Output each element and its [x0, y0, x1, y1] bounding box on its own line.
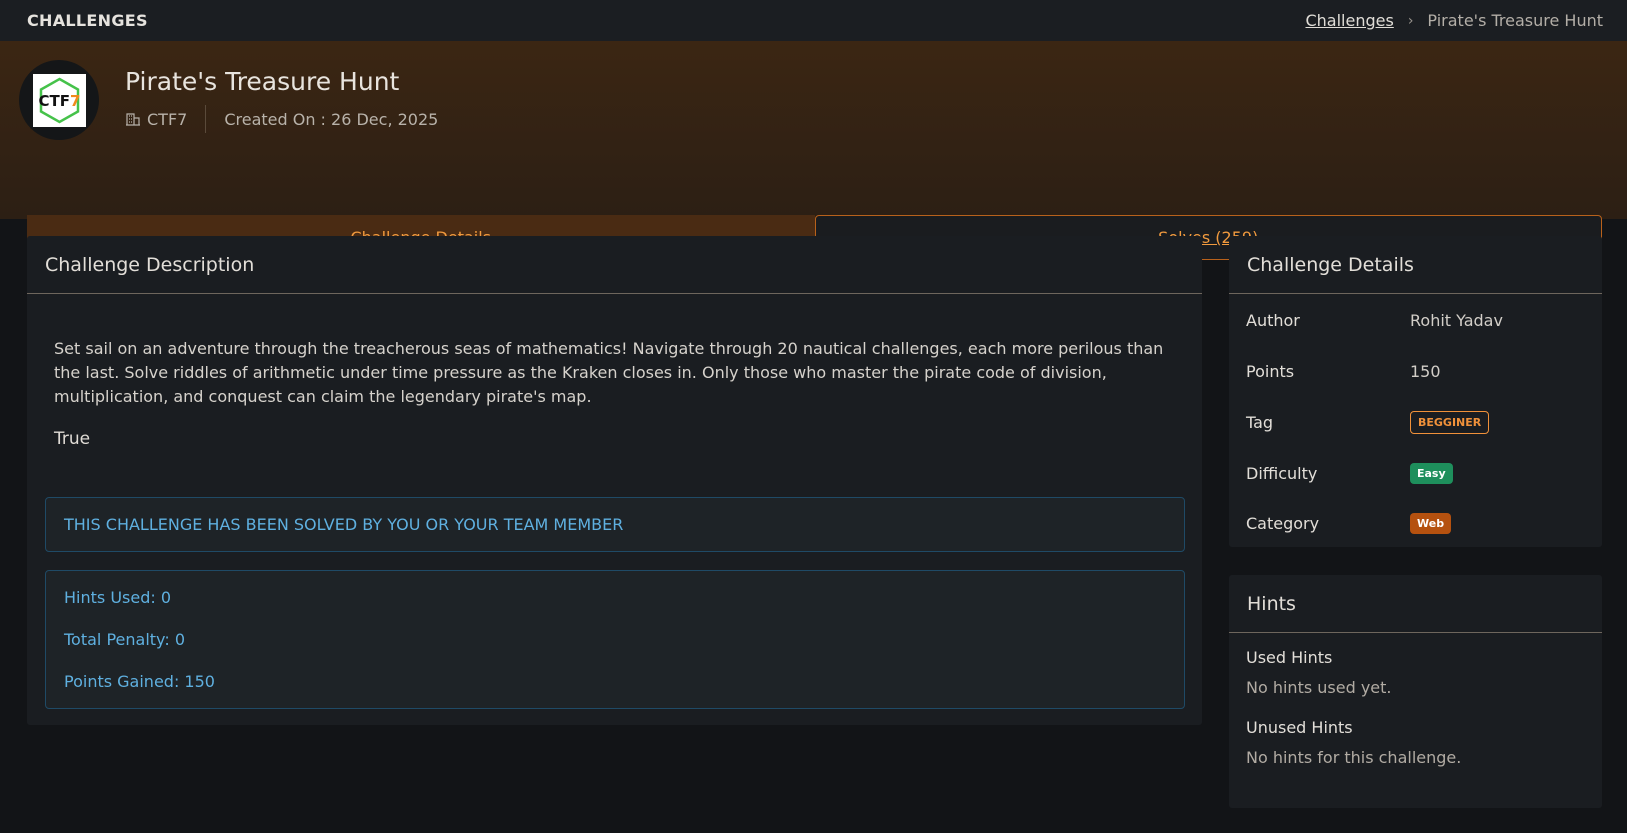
total-penalty-stat: Total Penalty: 0 — [64, 630, 185, 649]
challenge-description-card: Challenge Description Set sail on an adv… — [27, 236, 1202, 725]
used-hints-label: Used Hints — [1246, 648, 1333, 667]
tag-row: Tag BEGGINER — [1246, 407, 1586, 437]
ctf7-logo-icon: CTF7 — [38, 77, 80, 123]
description-header: Challenge Description — [27, 236, 1202, 294]
score-stats: Hints Used: 0 Total Penalty: 0 Points Ga… — [45, 570, 1185, 709]
category-row: Category Web — [1246, 508, 1586, 538]
difficulty-label: Difficulty — [1246, 463, 1318, 483]
points-gained-stat: Points Gained: 150 — [64, 672, 215, 691]
unused-hints-label: Unused Hints — [1246, 718, 1353, 737]
challenge-title: Pirate's Treasure Hunt — [125, 67, 400, 96]
page-section-title: CHALLENGES — [27, 11, 148, 30]
organization-name: CTF7 — [147, 109, 188, 129]
top-bar: CHALLENGES Challenges › Pirate's Treasur… — [0, 0, 1627, 41]
points-row: Points 150 — [1246, 356, 1586, 386]
breadcrumb-challenges-link[interactable]: Challenges — [1305, 11, 1393, 30]
details-header: Challenge Details — [1229, 236, 1602, 294]
organization: CTF7 — [125, 110, 187, 129]
challenge-meta: CTF7 Created On : 26 Dec, 2025 — [125, 105, 438, 133]
challenge-hero: CTF7 Pirate's Treasure Hunt CTF7 Created… — [0, 41, 1627, 260]
description-text: Set sail on an adventure through the tre… — [54, 339, 1164, 406]
unused-hints-text: No hints for this challenge. — [1246, 748, 1462, 767]
breadcrumb: Challenges › Pirate's Treasure Hunt — [1305, 11, 1603, 30]
chevron-right-icon: › — [1407, 12, 1414, 29]
used-hints-text: No hints used yet. — [1246, 678, 1392, 697]
category-badge: Web — [1410, 512, 1452, 534]
author-label: Author — [1246, 310, 1300, 330]
category-label: Category — [1246, 513, 1320, 533]
points-value: 150 — [1410, 361, 1441, 381]
challenge-details-card: Challenge Details Author Rohit Yadav Poi… — [1229, 236, 1602, 547]
meta-divider — [205, 105, 207, 133]
tag-badge: BEGGINER — [1410, 410, 1490, 434]
avatar: CTF7 — [19, 60, 99, 140]
author-row: Author Rohit Yadav — [1246, 305, 1586, 335]
difficulty-row: Difficulty Easy — [1246, 458, 1586, 488]
tag-label: Tag — [1246, 412, 1274, 432]
hints-card: Hints Used Hints No hints used yet. Unus… — [1229, 575, 1602, 808]
flag-value: True — [54, 429, 91, 449]
author-value: Rohit Yadav — [1410, 310, 1503, 330]
ctf7-logo: CTF7 — [32, 73, 86, 127]
solved-notice: THIS CHALLENGE HAS BEEN SOLVED BY YOU OR… — [45, 497, 1185, 552]
difficulty-badge: Easy — [1410, 462, 1453, 484]
points-label: Points — [1246, 361, 1295, 381]
breadcrumb-current: Pirate's Treasure Hunt — [1427, 11, 1603, 30]
building-icon — [126, 113, 140, 126]
created-on: Created On : 26 Dec, 2025 — [224, 109, 439, 129]
hints-used-stat: Hints Used: 0 — [64, 588, 172, 607]
hints-header: Hints — [1229, 575, 1602, 633]
svg-text:CTF7: CTF7 — [38, 92, 80, 110]
